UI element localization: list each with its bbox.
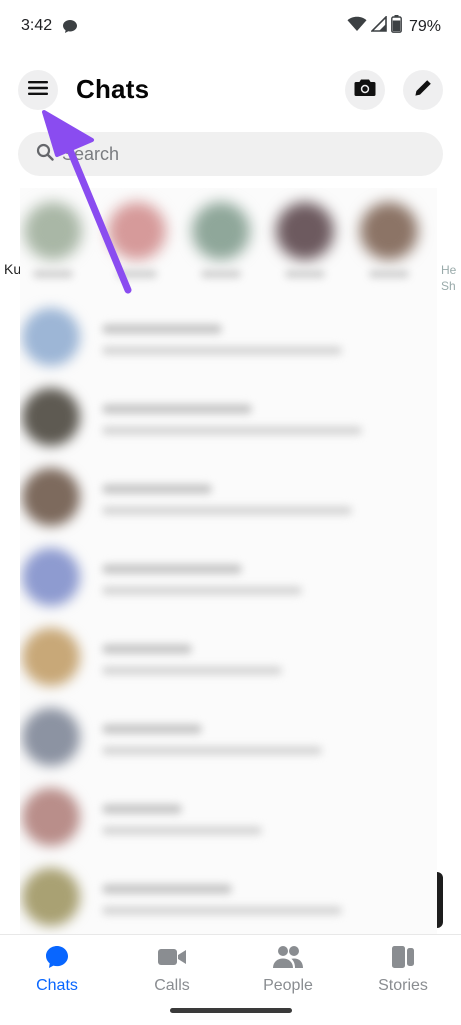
hamburger-menu-icon (28, 80, 48, 101)
story-item[interactable] (24, 202, 84, 292)
people-icon (243, 943, 333, 971)
chat-row[interactable] (20, 618, 437, 698)
tab-calls[interactable]: Calls (127, 943, 217, 995)
tab-label: Chats (36, 977, 78, 994)
signal-icon (370, 15, 387, 37)
chat-row[interactable] (20, 858, 437, 934)
chat-row[interactable] (20, 298, 437, 378)
tab-chats[interactable]: Chats (12, 943, 102, 995)
story-name-fragment-right: He Sh (441, 263, 457, 293)
camera-icon (354, 78, 376, 102)
stories-row (20, 188, 437, 308)
home-indicator[interactable] (170, 1008, 292, 1013)
tab-label: Calls (154, 977, 190, 994)
new-message-button[interactable] (403, 70, 443, 110)
page-title: Chats (76, 74, 150, 104)
chat-row[interactable] (20, 698, 437, 778)
story-item[interactable] (192, 202, 252, 292)
video-camera-icon (127, 943, 217, 971)
tab-label: Stories (378, 977, 428, 994)
blurred-chat-content (20, 188, 437, 934)
menu-button[interactable] (18, 70, 58, 110)
stories-icon (358, 943, 448, 971)
battery-percentage: 79% (408, 17, 441, 35)
app-header: Chats (0, 68, 461, 112)
camera-button[interactable] (345, 70, 385, 110)
pencil-icon (414, 79, 432, 102)
status-time: 3:42 (21, 17, 53, 34)
tab-stories[interactable]: Stories (358, 943, 448, 995)
battery-icon (391, 15, 402, 38)
chat-row[interactable] (20, 458, 437, 538)
tab-people[interactable]: People (243, 943, 333, 995)
story-item[interactable] (360, 202, 420, 292)
chat-row[interactable] (20, 778, 437, 858)
story-item[interactable] (108, 202, 168, 292)
chat-row[interactable] (20, 538, 437, 618)
chat-row[interactable] (20, 378, 437, 458)
search-bar[interactable] (18, 132, 443, 176)
chat-list (20, 298, 437, 934)
floating-button-edge[interactable] (437, 872, 443, 928)
wifi-icon (347, 16, 367, 37)
story-name-fragment: Ku (4, 261, 22, 277)
chat-bubble-icon (12, 943, 102, 971)
status-bar: 3:42 79% (0, 0, 461, 56)
message-notification-icon (62, 19, 78, 39)
tab-label: People (263, 977, 313, 994)
story-item[interactable] (276, 202, 336, 292)
search-input[interactable] (62, 143, 362, 165)
search-icon (36, 143, 54, 166)
